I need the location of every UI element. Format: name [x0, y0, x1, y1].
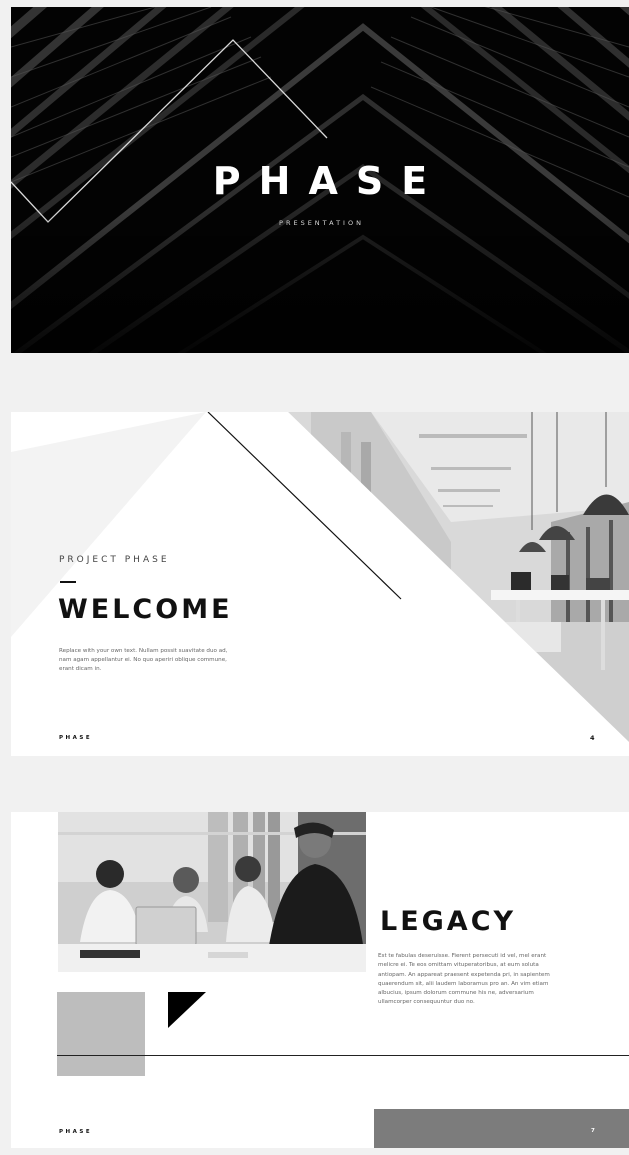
slide-title: LEGACY [380, 906, 517, 937]
slide-legacy[interactable]: LEGACY Est te fabulas deseruisse. Fieren… [11, 812, 629, 1148]
slide-body-text: Est te fabulas deseruisse. Fierent perse… [378, 953, 550, 1006]
slide-subtitle: PRESENTATION [279, 219, 364, 227]
slide-body-text: Replace with your own text. Nullam possi… [59, 648, 228, 672]
slide-eyebrow: PROJECT PHASE [59, 555, 170, 565]
slide-title-phase[interactable]: PHASE PRESENTATION [11, 7, 629, 353]
slide-footer-brand: PHASE [59, 735, 93, 741]
slides-preview: PHASE PRESENTATION PROJECT PHASE WELCOME… [0, 0, 629, 1155]
decorative-triangle [168, 992, 206, 1028]
slide-footer-brand: PHASE [59, 1129, 93, 1135]
slide-welcome[interactable]: PROJECT PHASE WELCOME Replace with your … [11, 412, 629, 756]
business-team-photo [58, 812, 366, 972]
decorative-gray-block [57, 992, 145, 1076]
slide-page-number: 7 [591, 1128, 595, 1134]
horizontal-divider [57, 1055, 629, 1056]
slide-title: WELCOME [58, 594, 233, 625]
title-dash-divider [60, 581, 76, 583]
office-interior-photo [11, 412, 629, 756]
slide-page-number: 4 [590, 734, 595, 742]
slide-title: PHASE [212, 159, 446, 203]
